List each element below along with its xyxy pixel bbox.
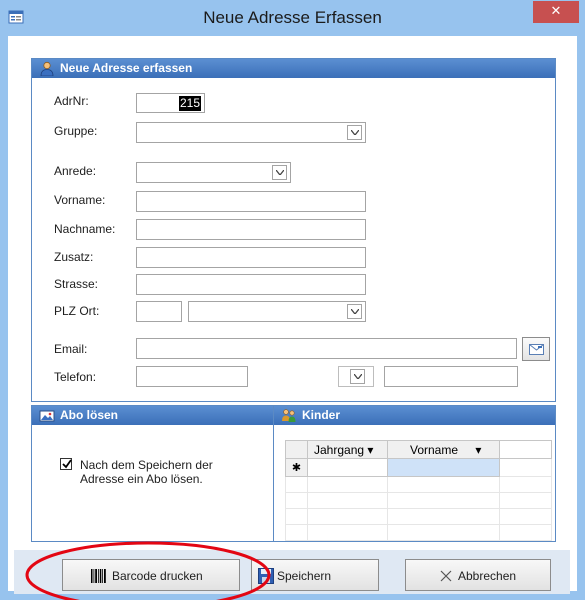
gruppe-dropdown-button[interactable] [347, 125, 362, 140]
datasheet-empty-header [499, 440, 552, 459]
telefon-extra-field[interactable] [384, 366, 518, 387]
chevron-down-icon [354, 374, 362, 379]
adrnr-label: AdrNr: [54, 94, 89, 108]
sort-dropdown-icon[interactable]: ▾ [475, 443, 481, 457]
telefon-label: Telefon: [54, 370, 97, 384]
chevron-down-icon [351, 130, 359, 135]
address-panel-header: Neue Adresse erfassen [32, 59, 555, 78]
empty-cell [499, 524, 552, 541]
sort-dropdown-icon[interactable]: ▾ [367, 443, 373, 457]
strasse-label: Strasse: [54, 277, 99, 291]
new-record-selector[interactable]: ✱ [285, 458, 308, 477]
zusatz-label: Zusatz: [54, 250, 94, 264]
empty-cell [307, 524, 388, 541]
children-icon [281, 408, 297, 423]
empty-cell [307, 492, 388, 509]
abo-checkbox[interactable] [60, 458, 72, 470]
telefon-type-dropdown-button[interactable] [350, 369, 365, 384]
close-button[interactable]: ✕ [533, 1, 579, 23]
empty-cell [285, 508, 308, 525]
kinder-panel-header: Kinder [274, 406, 555, 425]
column-header-vorname[interactable]: Vorname ▾ [387, 440, 500, 459]
anrede-dropdown-button[interactable] [272, 165, 287, 180]
datasheet-corner[interactable] [285, 440, 308, 459]
new-record-vorname-cell[interactable] [387, 458, 500, 477]
send-email-button[interactable] [522, 337, 550, 361]
column-header-jahrgang[interactable]: Jahrgang ▾ [307, 440, 388, 459]
abo-checkbox-label: Nach dem Speichern der Adresse ein Abo l… [80, 458, 213, 486]
nachname-field[interactable] [136, 219, 366, 240]
gruppe-label: Gruppe: [54, 124, 98, 138]
abo-checkbox-label-line2: Adresse ein Abo lösen. [80, 472, 203, 486]
anrede-label: Anrede: [54, 164, 97, 178]
chevron-down-icon [351, 309, 359, 314]
cancel-button[interactable]: Abbrechen [405, 559, 551, 591]
empty-cell [307, 508, 388, 525]
ort-dropdown-button[interactable] [347, 304, 362, 319]
address-panel-title: Neue Adresse erfassen [60, 61, 193, 75]
telefon-field[interactable] [136, 366, 248, 387]
empty-cell [387, 476, 500, 493]
empty-cell [387, 492, 500, 509]
vorname-field[interactable] [136, 191, 366, 212]
anrede-dropdown[interactable] [136, 162, 291, 183]
email-field[interactable] [136, 338, 517, 359]
zusatz-field[interactable] [136, 247, 366, 268]
gruppe-dropdown[interactable] [136, 122, 366, 143]
column-header-vorname-label: Vorname [410, 442, 459, 457]
new-record-icon: ✱ [291, 461, 302, 474]
person-icon [39, 61, 55, 77]
window-title: Neue Adresse Erfassen [203, 8, 382, 27]
telefon-type-dropdown[interactable] [338, 366, 374, 387]
kinder-panel-title: Kinder [302, 408, 341, 422]
empty-cell [387, 524, 500, 541]
checkmark-icon [62, 459, 72, 469]
abo-panel-header: Abo lösen [32, 406, 274, 425]
empty-cell [499, 476, 552, 493]
abo-panel-title: Abo lösen [60, 408, 119, 422]
plz-ort-label: PLZ Ort: [54, 304, 100, 318]
ticket-icon [39, 408, 55, 423]
envelope-icon [529, 344, 544, 358]
abo-checkbox-label-line1: Nach dem Speichern der [80, 458, 213, 472]
empty-cell [285, 524, 308, 541]
form-icon [8, 9, 24, 25]
plz-field[interactable] [136, 301, 182, 322]
empty-cell [285, 476, 308, 493]
strasse-field[interactable] [136, 274, 366, 295]
nachname-label: Nachname: [54, 222, 116, 236]
email-label: Email: [54, 342, 88, 356]
chevron-down-icon [276, 170, 284, 175]
ort-dropdown[interactable] [188, 301, 366, 322]
column-header-jahrgang-label: Jahrgang [314, 442, 365, 457]
kinder-datasheet[interactable]: Jahrgang ▾ Vorname ▾ ✱ [285, 440, 552, 541]
empty-cell [499, 508, 552, 525]
adrnr-field[interactable]: 215 [136, 93, 205, 113]
empty-cell [499, 492, 552, 509]
cancel-button-label: Abbrechen [458, 569, 517, 583]
cross-icon [440, 570, 452, 585]
datasheet-filler [499, 458, 552, 477]
close-icon: ✕ [550, 4, 562, 19]
empty-cell [285, 492, 308, 509]
save-button-label: Speichern [277, 569, 332, 583]
adrnr-value: 215 [178, 96, 201, 111]
empty-cell [387, 508, 500, 525]
vorname-label: Vorname: [54, 193, 106, 207]
empty-cell [307, 476, 388, 493]
highlight-ellipse [25, 541, 271, 600]
new-record-jahrgang-cell[interactable] [307, 458, 388, 477]
